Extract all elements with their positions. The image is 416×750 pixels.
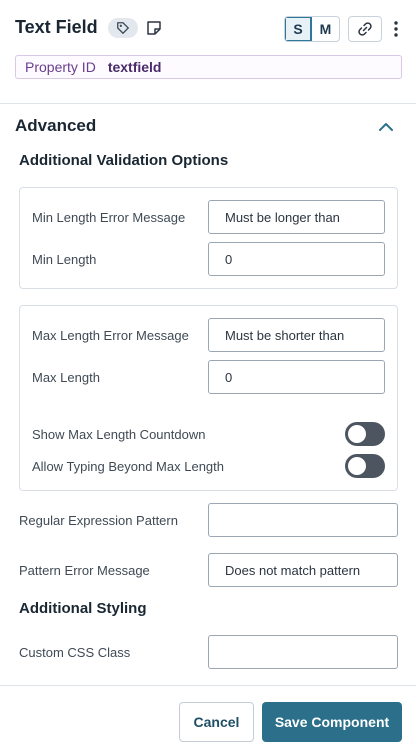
toggle-knob xyxy=(348,457,366,475)
panel-header: Text Field S M xyxy=(0,0,416,58)
allow-beyond-toggle[interactable] xyxy=(345,454,385,478)
note-icon xyxy=(147,21,161,35)
show-countdown-label: Show Max Length Countdown xyxy=(32,427,206,442)
note-button[interactable] xyxy=(145,19,163,37)
tag-button[interactable] xyxy=(108,18,138,38)
additional-styling-title: Additional Styling xyxy=(19,600,147,617)
more-options-button[interactable] xyxy=(390,18,402,40)
pattern-error-label: Pattern Error Message xyxy=(19,563,150,578)
custom-css-class-input[interactable] xyxy=(208,635,398,669)
regex-pattern-input[interactable] xyxy=(208,503,398,537)
footer-divider xyxy=(0,685,416,686)
size-medium-button[interactable]: M xyxy=(312,17,339,41)
kebab-menu-icon xyxy=(394,21,398,37)
size-toggle-group: S M xyxy=(284,16,340,42)
max-length-card: Max Length Error Message Must be shorter… xyxy=(19,305,398,491)
link-button[interactable] xyxy=(348,16,382,42)
max-length-input[interactable]: 0 xyxy=(208,360,385,394)
size-small-button[interactable]: S xyxy=(285,17,313,41)
allow-beyond-label: Allow Typing Beyond Max Length xyxy=(32,459,224,474)
min-length-error-label: Min Length Error Message xyxy=(32,210,186,225)
toggle-knob xyxy=(348,425,366,443)
min-length-label: Min Length xyxy=(32,252,97,267)
validation-options-title: Additional Validation Options xyxy=(19,152,229,169)
section-divider xyxy=(0,103,416,104)
min-length-card: Min Length Error Message Must be longer … xyxy=(19,187,398,289)
pattern-error-input[interactable]: Does not match pattern xyxy=(208,553,398,587)
custom-css-class-label: Custom CSS Class xyxy=(19,645,131,660)
tag-icon xyxy=(117,22,129,34)
max-length-label: Max Length xyxy=(32,370,100,385)
property-id-label: Property ID xyxy=(25,59,96,75)
show-countdown-toggle[interactable] xyxy=(345,422,385,446)
cancel-button[interactable]: Cancel xyxy=(179,702,254,742)
advanced-section-title[interactable]: Advanced xyxy=(15,116,96,136)
property-id-field[interactable]: Property ID textfield xyxy=(15,55,402,79)
link-icon xyxy=(358,22,372,36)
regex-pattern-label: Regular Expression Pattern xyxy=(19,513,178,528)
max-length-error-label: Max Length Error Message xyxy=(32,328,189,343)
min-length-error-input[interactable]: Must be longer than xyxy=(208,200,385,234)
max-length-error-input[interactable]: Must be shorter than xyxy=(208,318,385,352)
chevron-up-icon[interactable] xyxy=(377,118,395,136)
save-component-button[interactable]: Save Component xyxy=(262,702,402,742)
component-title: Text Field xyxy=(15,17,98,37)
min-length-input[interactable]: 0 xyxy=(208,242,385,276)
property-id-value: textfield xyxy=(107,59,162,75)
